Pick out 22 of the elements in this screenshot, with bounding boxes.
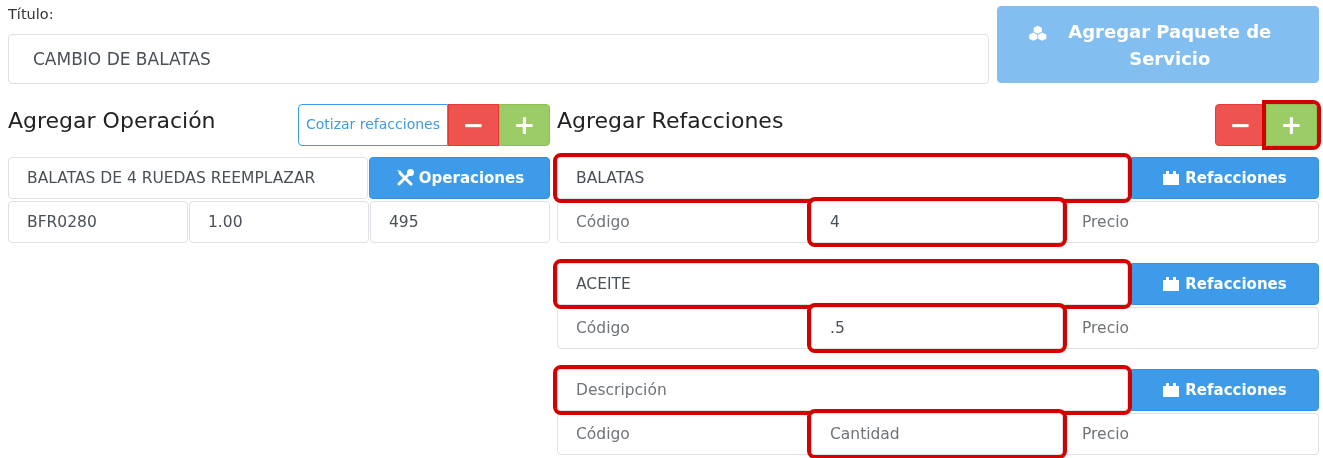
text-field[interactable]: 495 xyxy=(370,200,550,243)
block-icon xyxy=(1161,169,1182,186)
block-icon xyxy=(1161,381,1182,398)
text-field[interactable]: 1.00 xyxy=(189,200,369,243)
remove-button[interactable]: − xyxy=(448,103,499,146)
title-field[interactable]: CAMBIO DE BALATAS xyxy=(8,33,989,84)
add-button[interactable]: + xyxy=(499,103,550,146)
parts-button[interactable]: Refacciones xyxy=(1129,262,1319,305)
block-icon xyxy=(1161,275,1182,292)
text-field[interactable]: BFR0280 xyxy=(8,200,188,243)
operations-button[interactable]: Operaciones xyxy=(369,156,550,199)
parts-button[interactable]: Refacciones xyxy=(1129,156,1319,199)
price-field[interactable]: Precio xyxy=(1063,412,1319,455)
parts-button[interactable]: Refacciones xyxy=(1129,368,1319,411)
section-heading: Agregar Refacciones xyxy=(557,107,784,135)
field-label: Título: xyxy=(8,5,55,24)
price-field[interactable]: Precio xyxy=(1063,306,1319,349)
cubes-icon xyxy=(1028,23,1048,43)
price-field[interactable]: Precio xyxy=(1063,200,1319,243)
description-field[interactable]: BALATAS DE 4 RUEDAS REEMPLAZAR xyxy=(8,156,368,199)
quote-parts-button[interactable]: Cotizar refacciones xyxy=(297,103,448,146)
section-heading: Agregar Operación xyxy=(8,107,216,135)
